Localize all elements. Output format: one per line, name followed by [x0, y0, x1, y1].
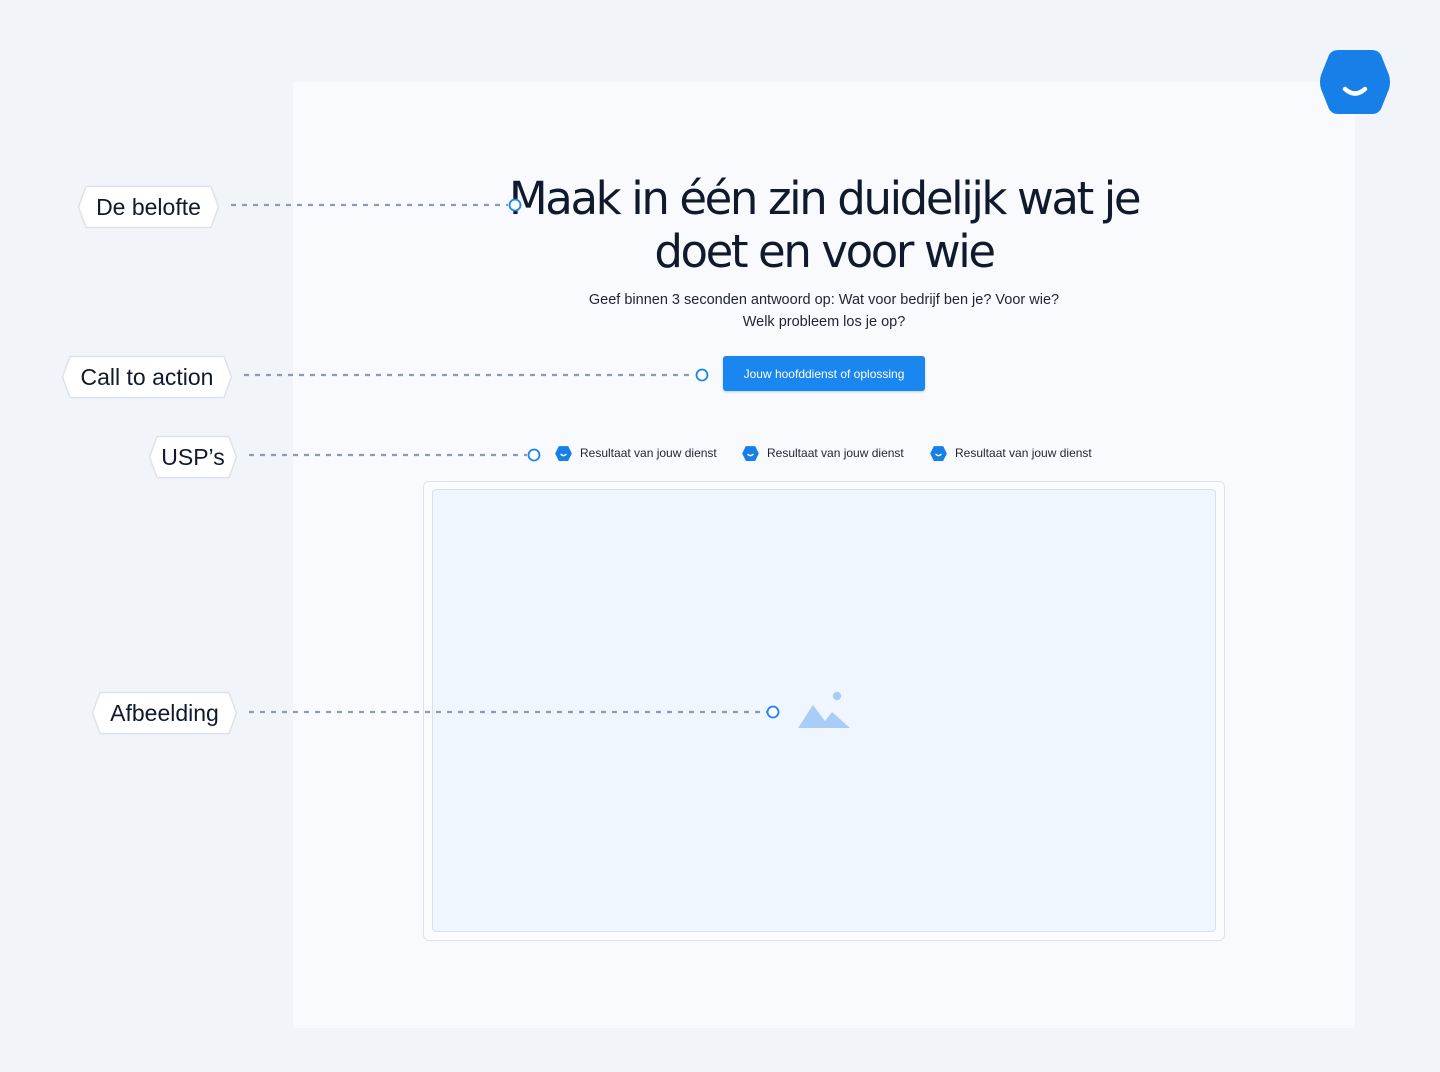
- hexagon-smile-icon: [930, 445, 947, 461]
- usp-item: Resultaat van jouw dienst: [930, 444, 1092, 462]
- annotation-label-image: Afbeelding: [110, 699, 219, 726]
- headline-line-2: doet en voor wie: [654, 225, 996, 278]
- annotation-tag-cta: Call to action: [61, 355, 233, 399]
- usp-label: Resultaat van jouw dienst: [767, 446, 904, 460]
- subtitle-line-1: Geef binnen 3 seconden antwoord op: Wat …: [588, 292, 1060, 308]
- annotation-tag-promise: De belofte: [77, 185, 220, 229]
- usp-item: Resultaat van jouw dienst: [742, 444, 904, 462]
- annotation-label-promise: De belofte: [96, 193, 201, 220]
- brand-logo-icon: [1320, 50, 1390, 114]
- hexagon-smile-icon: [742, 445, 759, 461]
- usp-item: Resultaat van jouw dienst: [555, 444, 717, 462]
- usp-label: Resultaat van jouw dienst: [580, 446, 717, 460]
- image-placeholder-icon: [798, 691, 850, 728]
- page-subtitle: Geef binnen 3 seconden antwoord op: Wat …: [293, 289, 1355, 333]
- subtitle-line-2: Welk probleem los je op?: [742, 314, 906, 330]
- cta-button[interactable]: Jouw hoofddienst of oplossing: [723, 356, 925, 391]
- annotation-label-usps: USP’s: [161, 443, 225, 470]
- annotation-label-cta: Call to action: [80, 363, 214, 390]
- annotation-tag-usps: USP’s: [148, 435, 238, 479]
- headline-line-1: Maak in één zin duidelijk wat je: [508, 172, 1142, 225]
- page-headline: Maak in één zin duidelijk wat je doet en…: [293, 172, 1355, 278]
- usp-label: Resultaat van jouw dienst: [955, 446, 1092, 460]
- hexagon-smile-icon: [555, 445, 572, 461]
- annotation-tag-image: Afbeelding: [91, 691, 238, 735]
